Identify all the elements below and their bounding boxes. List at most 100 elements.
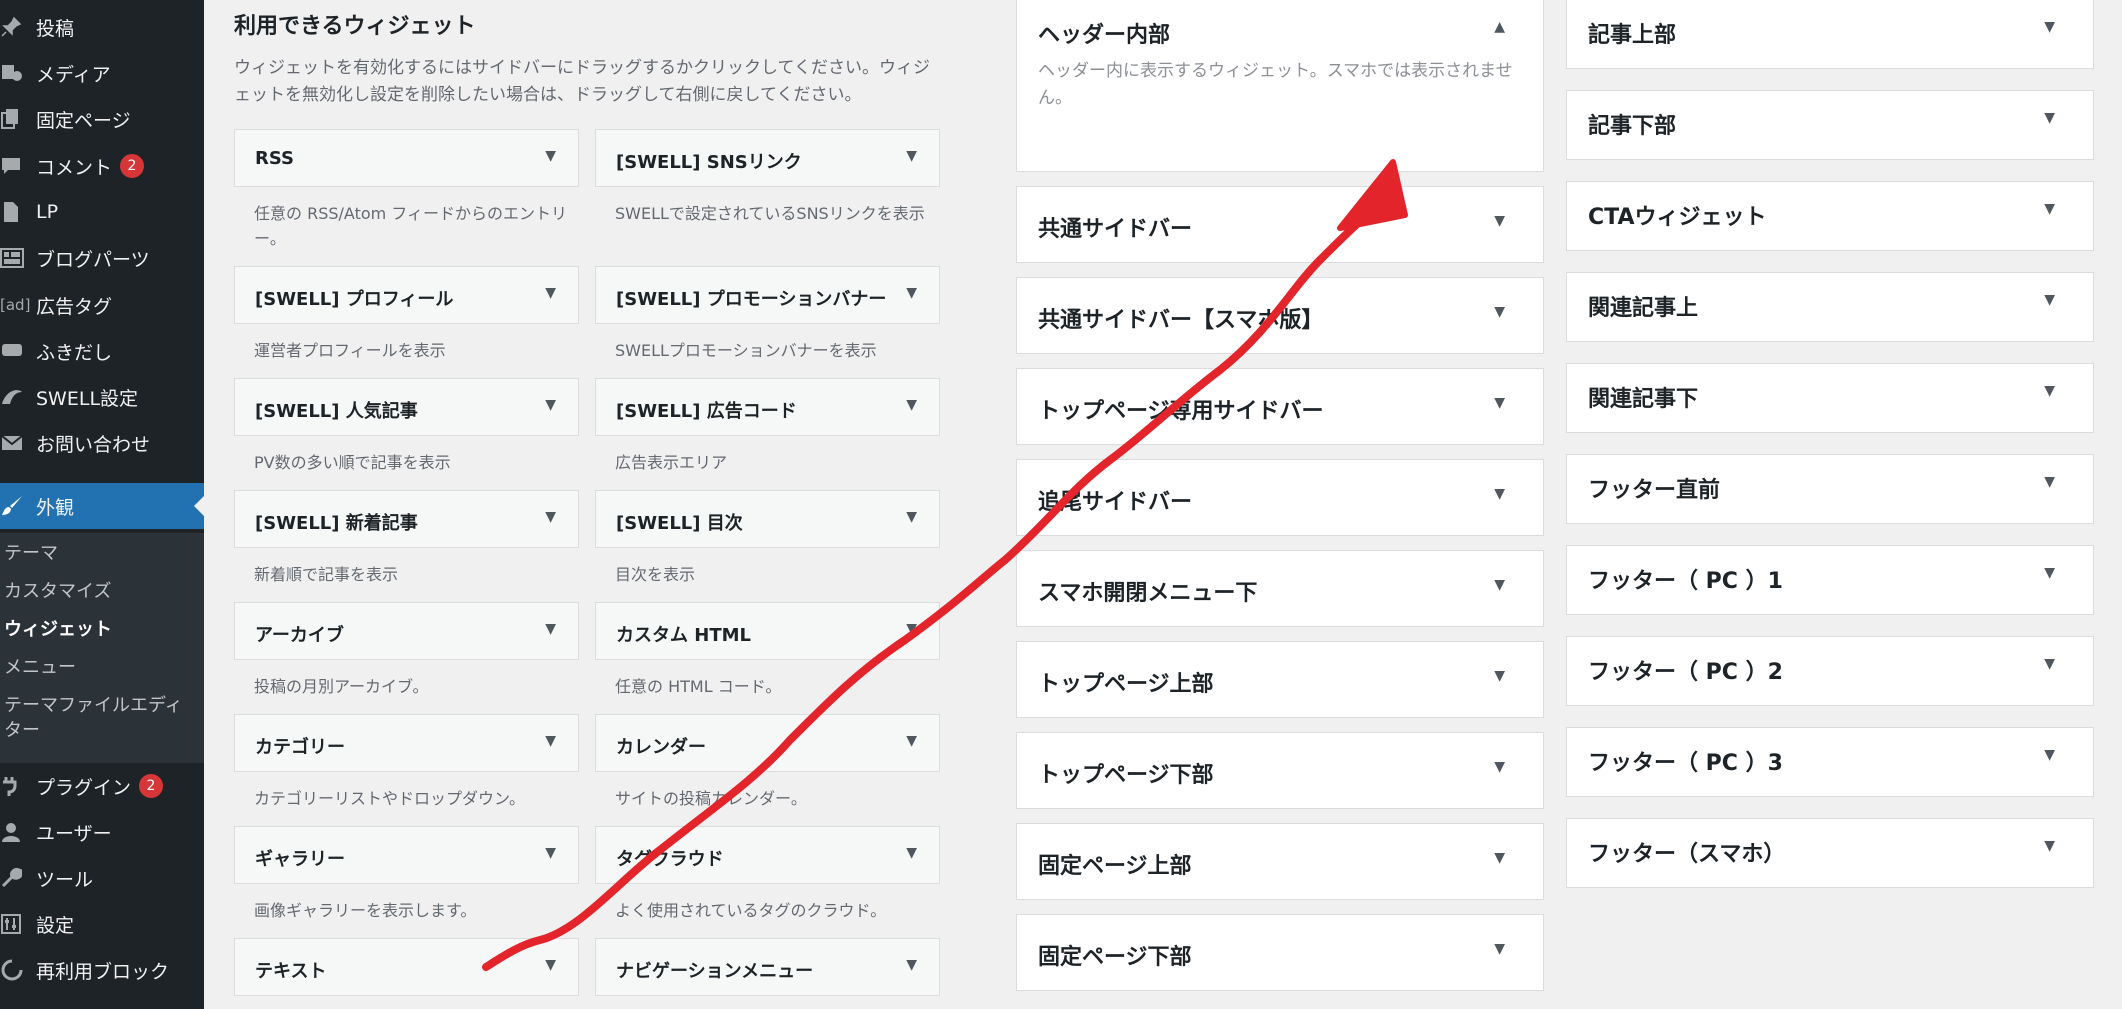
chevron-down-icon[interactable]: ▼ [2044,656,2055,672]
widget-area[interactable]: フッター直前 ▼ [1566,454,2094,524]
toggle-arrow-icon[interactable]: ▼ [545,285,556,301]
available-widget[interactable]: [SWELL] SNSリンク ▼ [595,129,940,187]
toggle-arrow-icon[interactable]: ▼ [906,148,917,164]
widget-area[interactable]: 追尾サイドバー ▼ [1016,459,1544,536]
submenu-item-theme[interactable]: テーマ [4,541,200,566]
available-widget[interactable]: [SWELL] 広告コード ▼ [595,378,940,436]
widget-area[interactable]: ヘッダー内部 ▲ ヘッダー内に表示するウィジェット。スマホでは表示されません。 [1016,0,1544,172]
available-widget[interactable]: [SWELL] プロフィール ▼ [234,266,579,324]
widget-area-title: 関連記事下 [1588,387,1699,412]
widget-area[interactable]: 関連記事下 ▼ [1566,363,2094,433]
widget-area[interactable]: 記事下部 ▼ [1566,90,2094,160]
sidebar-item-10[interactable]: 外観 [0,483,204,529]
toggle-arrow-icon[interactable]: ▼ [545,621,556,637]
toggle-arrow-icon[interactable]: ▼ [545,148,556,164]
widget-area[interactable]: 共通サイドバー ▼ [1016,186,1544,263]
sidebar-item-12[interactable]: ユーザー [0,812,204,852]
chevron-down-icon[interactable]: ▼ [1494,395,1505,411]
widget-area[interactable]: CTAウィジェット ▼ [1566,181,2094,251]
available-widget[interactable]: ギャラリー ▼ [234,826,579,884]
toggle-arrow-icon[interactable]: ▼ [906,845,917,861]
chevron-down-icon[interactable]: ▼ [2044,292,2055,308]
widget-area[interactable]: フッター（ PC ）3 ▼ [1566,727,2094,797]
sidebar-item-9[interactable]: お問い合わせ [0,423,204,463]
sidebar-item-7[interactable]: ふきだし [0,331,204,371]
sidebar-item-1[interactable]: メディア [0,53,204,93]
chevron-down-icon[interactable]: ▼ [1494,577,1505,593]
toggle-arrow-icon[interactable]: ▼ [545,509,556,525]
chevron-up-icon[interactable]: ▲ [1494,19,1505,35]
chevron-down-icon[interactable]: ▼ [2044,565,2055,581]
widget-area[interactable]: トップページ専用サイドバー ▼ [1016,368,1544,445]
widget-area[interactable]: フッター（ PC ）2 ▼ [1566,636,2094,706]
sidebar-item-13[interactable]: ツール [0,858,204,898]
toggle-arrow-icon[interactable]: ▼ [906,733,917,749]
sidebar-item-11[interactable]: プラグイン 2 [0,766,204,806]
widget-area[interactable]: フッター（ PC ）1 ▼ [1566,545,2094,615]
chevron-down-icon[interactable]: ▼ [1494,941,1505,957]
available-widget[interactable]: [SWELL] プロモーションバナー ▼ [595,266,940,324]
toggle-arrow-icon[interactable]: ▼ [545,845,556,861]
chevron-down-icon[interactable]: ▼ [1494,668,1505,684]
chevron-down-icon[interactable]: ▼ [1494,486,1505,502]
chevron-down-icon[interactable]: ▼ [2044,838,2055,854]
widget-area[interactable]: 記事上部 ▼ [1566,0,2094,69]
toggle-arrow-icon[interactable]: ▼ [906,397,917,413]
sidebar-item-label: 固定ページ [36,109,131,132]
toggle-arrow-icon[interactable]: ▼ [906,509,917,525]
chevron-down-icon[interactable]: ▼ [2044,383,2055,399]
widget-area[interactable]: 固定ページ上部 ▼ [1016,823,1544,900]
widget-area-title: 固定ページ上部 [1038,854,1192,879]
sidebar-item-3[interactable]: コメント 2 [0,146,204,186]
chevron-down-icon[interactable]: ▼ [2044,19,2055,35]
widget-area[interactable]: 共通サイドバー【スマホ版】 ▼ [1016,277,1544,354]
sidebar-item-0[interactable]: 投稿 [0,7,204,47]
available-widget[interactable]: テキスト ▼ [234,938,579,996]
sidebar-item-8[interactable]: SWELL設定 [0,377,204,417]
available-widget[interactable]: タグクラウド ▼ [595,826,940,884]
available-widget[interactable]: [SWELL] 人気記事 ▼ [234,378,579,436]
toggle-arrow-icon[interactable]: ▼ [545,957,556,973]
chevron-down-icon[interactable]: ▼ [2044,474,2055,490]
available-widget[interactable]: [SWELL] 新着記事 ▼ [234,490,579,548]
chevron-down-icon[interactable]: ▼ [1494,304,1505,320]
toggle-arrow-icon[interactable]: ▼ [906,621,917,637]
toggle-arrow-icon[interactable]: ▼ [906,285,917,301]
widget-area[interactable]: 関連記事上 ▼ [1566,272,2094,342]
widget-area[interactable]: トップページ下部 ▼ [1016,732,1544,809]
chevron-down-icon[interactable]: ▼ [1494,850,1505,866]
sidebar-item-4[interactable]: LP [0,192,204,232]
available-widget[interactable]: カスタム HTML ▼ [595,602,940,660]
available-widget[interactable]: カレンダー ▼ [595,714,940,772]
chevron-down-icon[interactable]: ▼ [1494,759,1505,775]
submenu-item-widgets[interactable]: ウィジェット [4,617,200,642]
user-icon [0,817,36,847]
widget-area[interactable]: スマホ開閉メニュー下 ▼ [1016,550,1544,627]
widget-area[interactable]: トップページ上部 ▼ [1016,641,1544,718]
sidebar-item-2[interactable]: 固定ページ [0,99,204,139]
sidebar-item-14[interactable]: 設定 [0,904,204,944]
available-widget[interactable]: アーカイブ ▼ [234,602,579,660]
chevron-down-icon[interactable]: ▼ [1494,213,1505,229]
toggle-arrow-icon[interactable]: ▼ [545,733,556,749]
chevron-down-icon[interactable]: ▼ [2044,201,2055,217]
available-widget[interactable]: カテゴリー ▼ [234,714,579,772]
submenu-item-customize[interactable]: カスタマイズ [4,579,200,604]
widget-area[interactable]: 固定ページ下部 ▼ [1016,914,1544,991]
submenu-item-menus[interactable]: メニュー [4,655,200,680]
submenu-item-theme-file-editor[interactable]: テーマファイルエディター [4,693,200,743]
sidebar-item-5[interactable]: ブログパーツ [0,238,204,278]
toggle-arrow-icon[interactable]: ▼ [545,397,556,413]
widget-title: [SWELL] 広告コード [616,401,797,422]
toggle-arrow-icon[interactable]: ▼ [906,957,917,973]
comment-icon [0,151,36,181]
available-widget[interactable]: RSS ▼ [234,129,579,187]
chevron-down-icon[interactable]: ▼ [2044,110,2055,126]
available-widget[interactable]: [SWELL] 目次 ▼ [595,490,940,548]
sidebar-item-15[interactable]: 再利用ブロック [0,950,204,990]
chevron-down-icon[interactable]: ▼ [2044,747,2055,763]
available-widget[interactable]: ナビゲーションメニュー ▼ [595,938,940,996]
widget-area[interactable]: フッター（スマホ） ▼ [1566,818,2094,888]
sidebar-item-6[interactable]: [ad] 広告タグ [0,285,204,325]
sidebar-item-label: お問い合わせ [36,433,151,456]
